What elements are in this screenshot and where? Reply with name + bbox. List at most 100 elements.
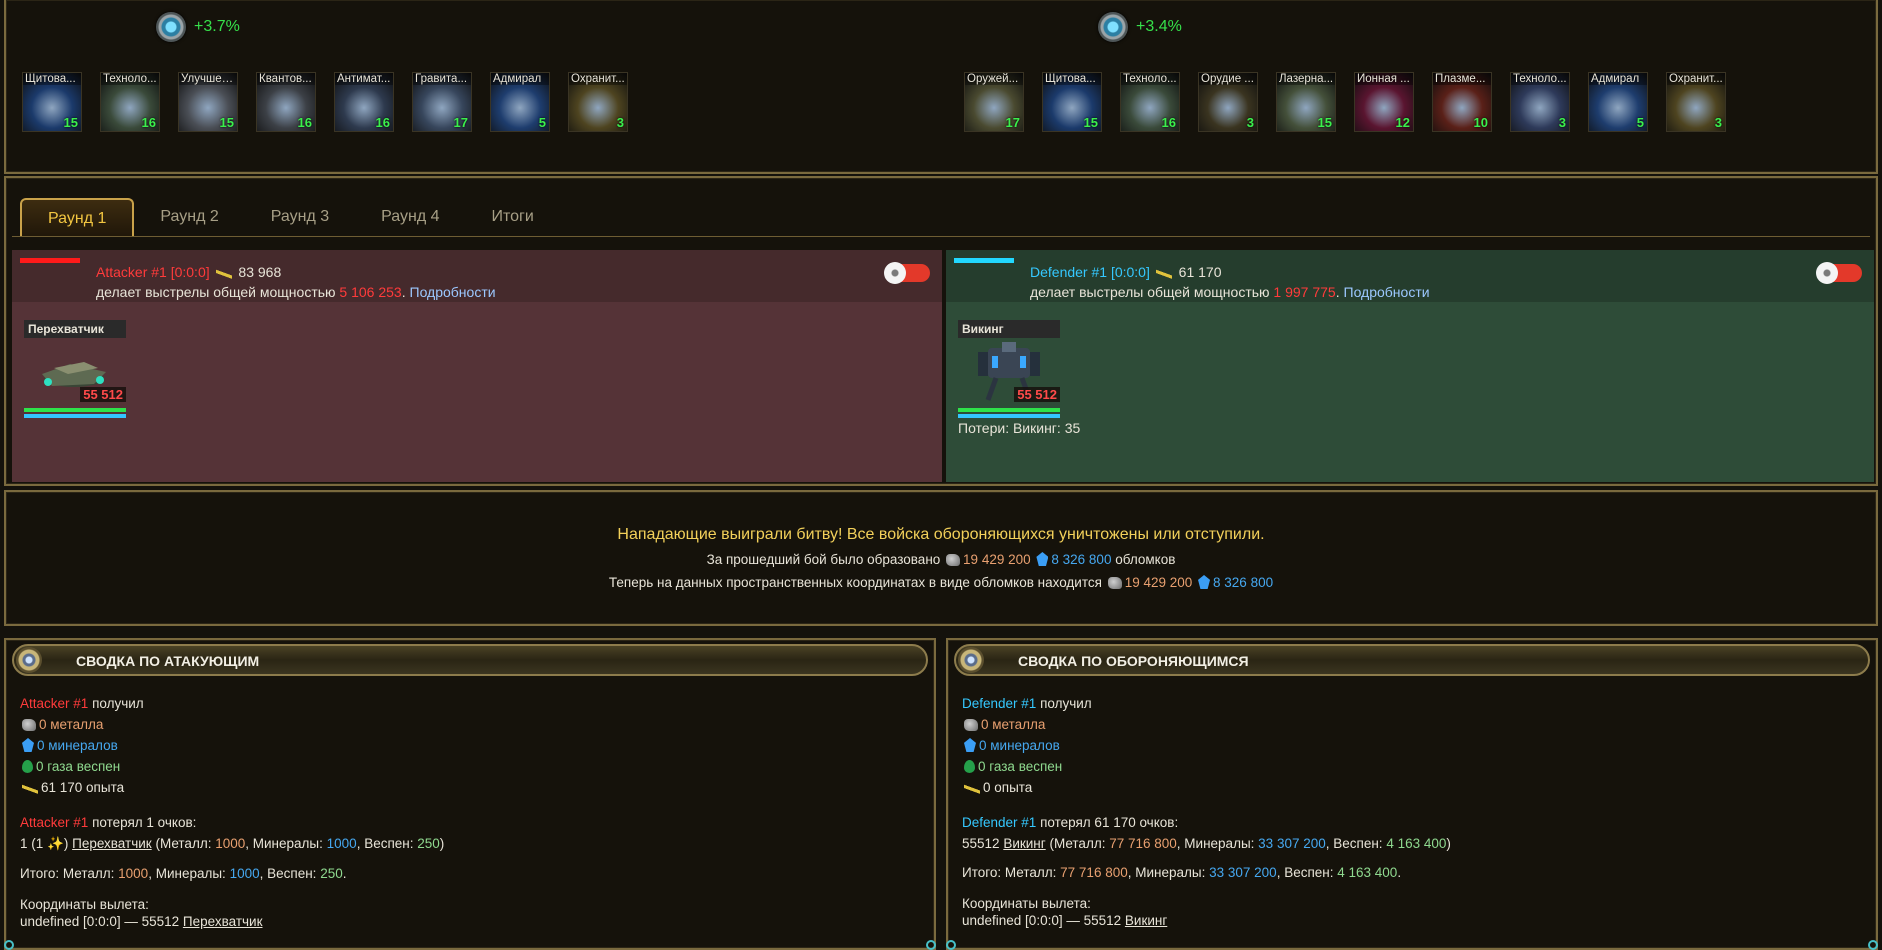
attacker-side: Attacker #1 [0:0:0] 83 968 делает выстре… bbox=[12, 250, 942, 482]
admiral-icon[interactable]: Адмирал 5 bbox=[490, 72, 550, 132]
tech-level: 15 bbox=[1083, 115, 1098, 130]
defender-side: Defender #1 [0:0:0] 61 170 делает выстре… bbox=[946, 250, 1874, 482]
attacker-tech-list: Щитова... 15 Техноло... 16 Улучшен... 15 Квант… bbox=[22, 72, 628, 132]
player-name[interactable]: Attacker #1 bbox=[20, 815, 88, 830]
tech-name: Техноло... bbox=[1121, 73, 1179, 85]
total-gas: 250 bbox=[320, 866, 343, 881]
attacker-bonus-value: +3.7% bbox=[194, 18, 240, 35]
tech-level: 16 bbox=[141, 115, 156, 130]
tech-level: 15 bbox=[63, 115, 78, 130]
received-line: Defender #1 получил bbox=[962, 696, 1862, 711]
plasma-icon[interactable]: Плазме... 10 bbox=[1432, 72, 1492, 132]
shield-tech-icon[interactable]: Щитова... 15 bbox=[22, 72, 82, 132]
received-line: Attacker #1 получил bbox=[20, 696, 920, 711]
defender-details-link[interactable]: Подробности bbox=[1344, 284, 1430, 300]
quantum-icon[interactable]: Квантов... 16 bbox=[256, 72, 316, 132]
tab-round-1[interactable]: Раунд 1 bbox=[20, 198, 135, 236]
weapon-tech-icon[interactable]: Оружей... 17 bbox=[964, 72, 1024, 132]
attacker-shots: делает выстрелы общей мощностью 5 106 25… bbox=[96, 284, 496, 300]
metal-value: 0 металла bbox=[39, 717, 104, 732]
debris-metal: 19 429 200 bbox=[963, 552, 1031, 567]
total-metal: 1000 bbox=[118, 866, 149, 881]
summary-title: СВОДКА ПО АТАКУЮЩИМ bbox=[76, 653, 260, 669]
ion-icon[interactable]: Ионная ... 12 bbox=[1354, 72, 1414, 132]
tech-armor-icon[interactable]: Техноло... 16 bbox=[1120, 72, 1180, 132]
shield-tech-icon[interactable]: Щитова... 15 bbox=[1042, 72, 1102, 132]
defender-unit-card[interactable]: Викинг 55 512 bbox=[958, 320, 1060, 418]
defender-toggle[interactable] bbox=[1816, 262, 1862, 284]
player-name[interactable]: Defender #1 bbox=[962, 815, 1036, 830]
improved-weapon-icon[interactable]: Улучшен... 15 bbox=[178, 72, 238, 132]
tech-name: Плазме... bbox=[1433, 73, 1491, 85]
tech-level: 16 bbox=[297, 115, 312, 130]
antimatter-icon[interactable]: Антимат... 16 bbox=[334, 72, 394, 132]
tech-level: 16 bbox=[1161, 115, 1176, 130]
tech-level: 3 bbox=[1558, 115, 1566, 130]
xp-received: 0 опыта bbox=[962, 780, 1862, 795]
metal-icon bbox=[22, 719, 36, 731]
tech-level: 17 bbox=[453, 115, 468, 130]
corner-ornament bbox=[946, 940, 956, 950]
tech-name: Антимат... bbox=[335, 73, 393, 85]
cost-gas-label: , Веспен: bbox=[1325, 836, 1383, 851]
defenders-summary-panel: СВОДКА ПО ОБОРОНЯЮЩИМСЯ Defender #1 полу… bbox=[946, 638, 1878, 950]
cost-gas-label: , Веспен: bbox=[356, 836, 414, 851]
cannon-icon[interactable]: Орудие ... 3 bbox=[1198, 72, 1258, 132]
defender-name[interactable]: Defender #1 [0:0:0] bbox=[1030, 264, 1150, 280]
gas-received: 0 газа веспен bbox=[20, 759, 920, 774]
interceptor-icon: 55 512 bbox=[24, 338, 126, 404]
tech-armor-icon[interactable]: Техноло... 16 bbox=[100, 72, 160, 132]
defender-xp: 61 170 bbox=[1178, 264, 1222, 280]
attacker-unit-card[interactable]: Перехватчик 55 512 bbox=[24, 320, 126, 418]
crystal-icon bbox=[1036, 552, 1049, 566]
unit-link[interactable]: Викинг bbox=[1003, 836, 1045, 851]
attacker-details-link[interactable]: Подробности bbox=[410, 284, 496, 300]
received-label: получил bbox=[1040, 696, 1092, 711]
gas-icon bbox=[22, 760, 33, 773]
tech-name: Адмирал bbox=[491, 73, 549, 85]
total-label: Итого: Металл: bbox=[962, 865, 1057, 880]
crystal-icon bbox=[22, 738, 34, 752]
tab-round-3[interactable]: Раунд 3 bbox=[245, 198, 355, 236]
tech-level: 15 bbox=[219, 115, 234, 130]
laser-icon[interactable]: Лазерна... 15 bbox=[1276, 72, 1336, 132]
minerals-value: 0 минералов bbox=[37, 738, 118, 753]
unit-link[interactable]: Перехватчик bbox=[72, 836, 152, 851]
cost-metal: 77 716 800 bbox=[1109, 836, 1177, 851]
tech-panel: +3.7% Щитова... 15 Техноло... 16 Улучшен... 1… bbox=[4, 0, 1878, 174]
tab-round-2[interactable]: Раунд 2 bbox=[134, 198, 244, 236]
unit-hull-bar bbox=[24, 408, 126, 412]
guardian-icon[interactable]: Охранит... 3 bbox=[568, 72, 628, 132]
lost-label: потерял 61 170 очков: bbox=[1040, 815, 1179, 830]
tab-results[interactable]: Итоги bbox=[466, 198, 560, 236]
viking-icon: 55 512 bbox=[958, 338, 1060, 404]
admiral-icon[interactable]: Адмирал 5 bbox=[1588, 72, 1648, 132]
debris-created-label: За прошедший бой было образовано bbox=[706, 552, 941, 567]
summary-body: Defender #1 получил 0 металла 0 минерало… bbox=[962, 696, 1862, 934]
gravity-icon[interactable]: Гравита... 17 bbox=[412, 72, 472, 132]
debris-crystal: 8 326 800 bbox=[1051, 552, 1112, 567]
guardian-icon[interactable]: Охранит... 3 bbox=[1666, 72, 1726, 132]
player-name[interactable]: Defender #1 bbox=[962, 696, 1036, 711]
tech-level: 10 bbox=[1473, 115, 1488, 130]
attacker-toggle[interactable] bbox=[884, 262, 930, 284]
battle-panel: Раунд 1 Раунд 2 Раунд 3 Раунд 4 Итоги At… bbox=[4, 176, 1878, 486]
xp-value: 0 опыта bbox=[983, 780, 1033, 795]
tech-icon[interactable]: Техноло... 3 bbox=[1510, 72, 1570, 132]
player-name[interactable]: Attacker #1 bbox=[20, 696, 88, 711]
debris-suffix: обломков bbox=[1115, 552, 1176, 567]
attacker-name[interactable]: Attacker #1 [0:0:0] bbox=[96, 264, 210, 280]
gas-value: 0 газа веспен bbox=[978, 759, 1063, 774]
tab-round-4[interactable]: Раунд 4 bbox=[355, 198, 465, 236]
coords-unit-link[interactable]: Перехватчик bbox=[183, 914, 263, 929]
summary-header: СВОДКА ПО ОБОРОНЯЮЩИМСЯ bbox=[954, 644, 1870, 676]
lost-unit-line: 55512 Викинг (Металл: 77 716 800, Минера… bbox=[962, 836, 1862, 851]
total-min-label: , Минералы: bbox=[1127, 865, 1206, 880]
coords-unit-link[interactable]: Викинг bbox=[1125, 913, 1167, 928]
tech-name: Улучшен... bbox=[179, 73, 237, 85]
xp-icon bbox=[22, 783, 38, 794]
unit-shield-bar bbox=[958, 414, 1060, 418]
emblem-icon bbox=[16, 647, 42, 673]
tech-name: Охранит... bbox=[1667, 73, 1725, 85]
metal-received: 0 металла bbox=[20, 717, 920, 732]
